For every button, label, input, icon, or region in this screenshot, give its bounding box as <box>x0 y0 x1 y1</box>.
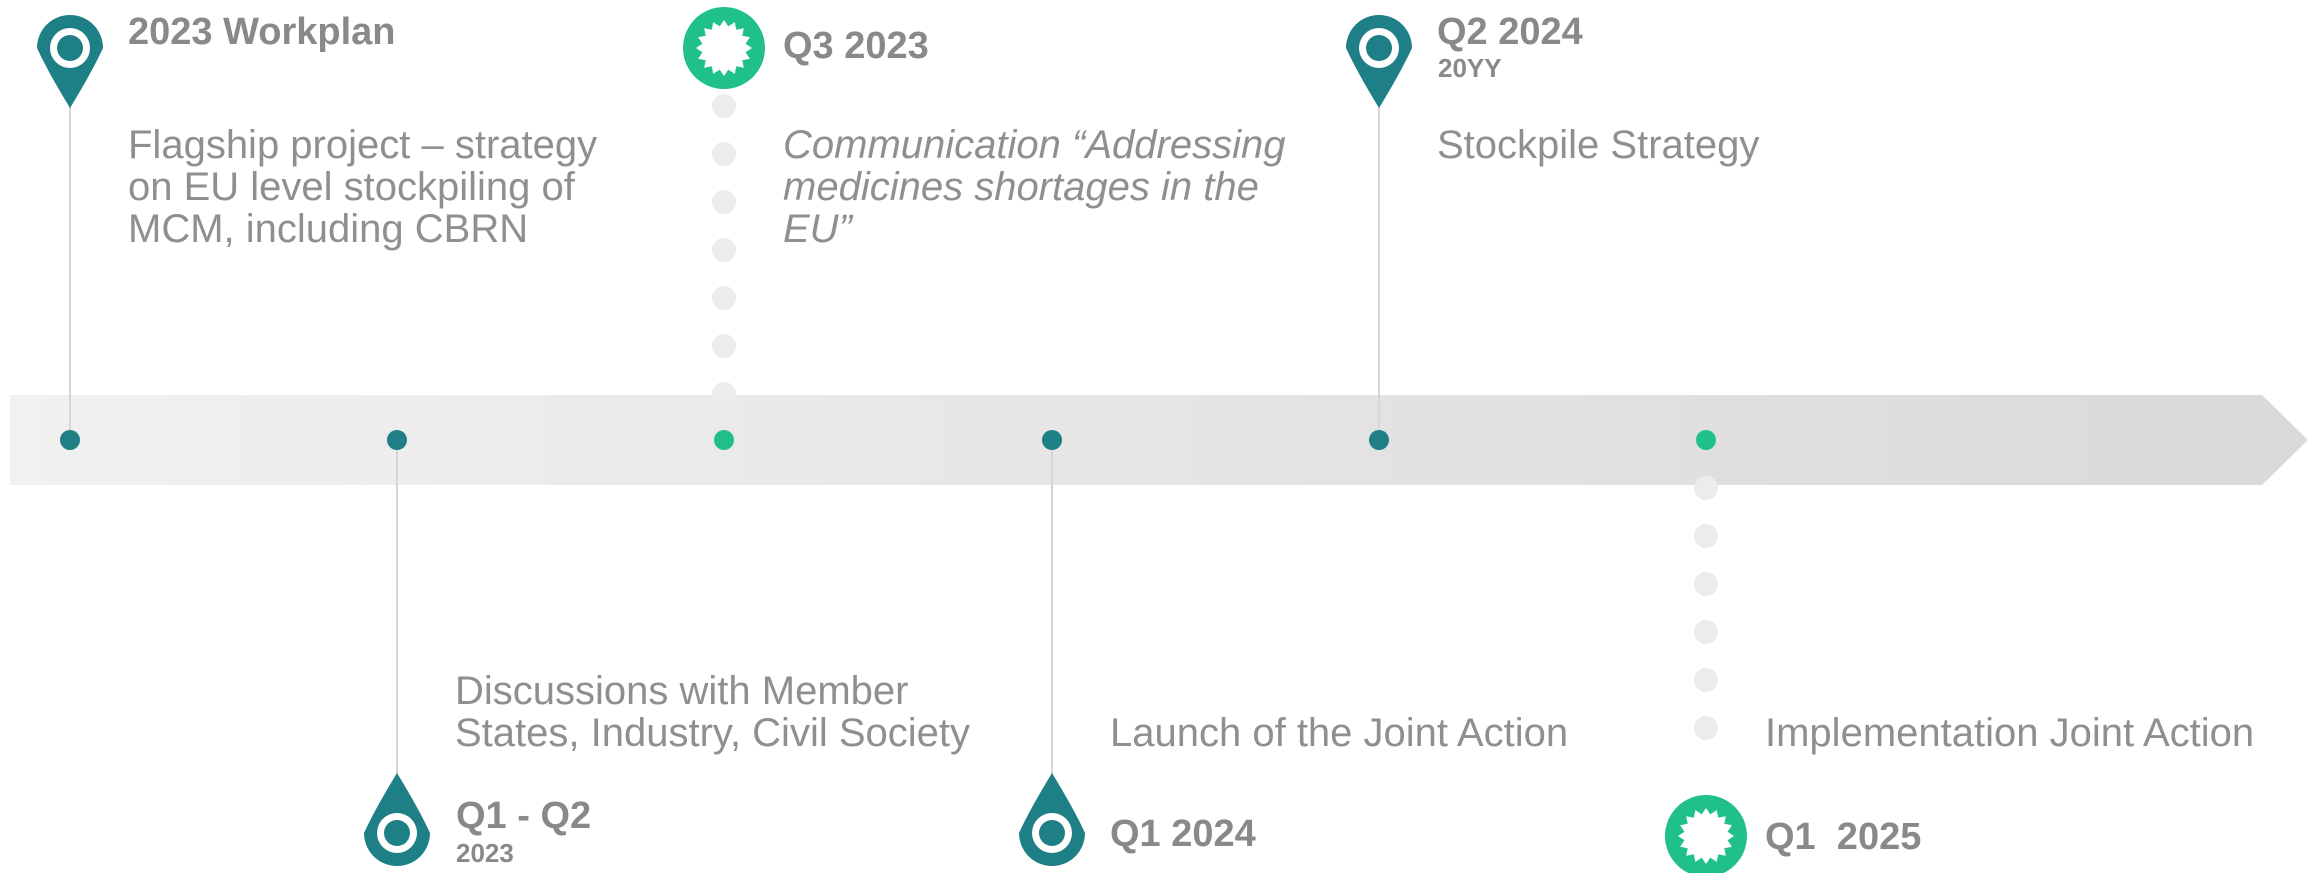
connector-dot <box>1694 572 1718 596</box>
dotted-connector-3 <box>712 94 736 406</box>
milestone-1-description: Flagship project – strategy on EU level … <box>128 123 598 251</box>
milestone-2-description: Discussions with Member States, Industry… <box>455 669 970 755</box>
connector-dot <box>712 94 736 118</box>
milestone-2-subtitle: 2023 <box>456 838 514 868</box>
milestone-5-title: Q2 2024 <box>1437 11 1583 53</box>
milestone-2-title: Q1 - Q2 <box>456 795 592 837</box>
connector-dot <box>712 334 736 358</box>
milestone-6-description: Implementation Joint Action <box>1765 711 2255 755</box>
starburst-shape <box>696 20 752 76</box>
map-pin-icon <box>37 15 103 108</box>
connector-dot <box>1694 668 1718 692</box>
milestone-3-title: Q3 2023 <box>783 25 929 67</box>
pin-center <box>1366 35 1392 61</box>
milestone-4-description: Launch of the Joint Action <box>1110 711 1569 755</box>
connector-dot <box>712 286 736 310</box>
milestone-1-title: 2023 Workplan <box>128 11 396 53</box>
timeline-arrow <box>10 395 2308 485</box>
connector-dot <box>1694 620 1718 644</box>
connector-dot <box>1694 716 1718 740</box>
starburst-shape <box>1678 808 1734 864</box>
map-pin-icon <box>1346 15 1412 108</box>
milestone-3-description: Communication “Addressing medicines shor… <box>783 123 1286 251</box>
milestone-4-title: Q1 2024 <box>1110 813 1256 855</box>
milestone-dot-5 <box>1369 430 1389 450</box>
starburst-icon <box>683 7 765 89</box>
starburst-icon <box>1665 795 1747 873</box>
map-pin-icon <box>364 773 430 866</box>
dotted-connector-6 <box>1694 476 1718 740</box>
connector-dot <box>712 142 736 166</box>
milestone-dot-2 <box>387 430 407 450</box>
map-pin-icon <box>1019 773 1085 866</box>
milestone-dot-1 <box>60 430 80 450</box>
connector-dot <box>1694 476 1718 500</box>
connector-dot <box>1694 524 1718 548</box>
connector-dot <box>712 190 736 214</box>
milestone-dot-6 <box>1696 430 1716 450</box>
pin-center <box>57 35 83 61</box>
milestone-5-subtitle: 20YY <box>1438 53 1502 83</box>
pin-center <box>1039 820 1065 846</box>
connector-dot <box>712 238 736 262</box>
milestone-dot-3 <box>714 430 734 450</box>
milestone-dot-4 <box>1042 430 1062 450</box>
milestone-5-description: Stockpile Strategy <box>1437 123 1760 167</box>
pin-center <box>384 820 410 846</box>
connector-dot <box>712 382 736 406</box>
milestone-6-title: Q1 2025 <box>1765 816 1922 858</box>
